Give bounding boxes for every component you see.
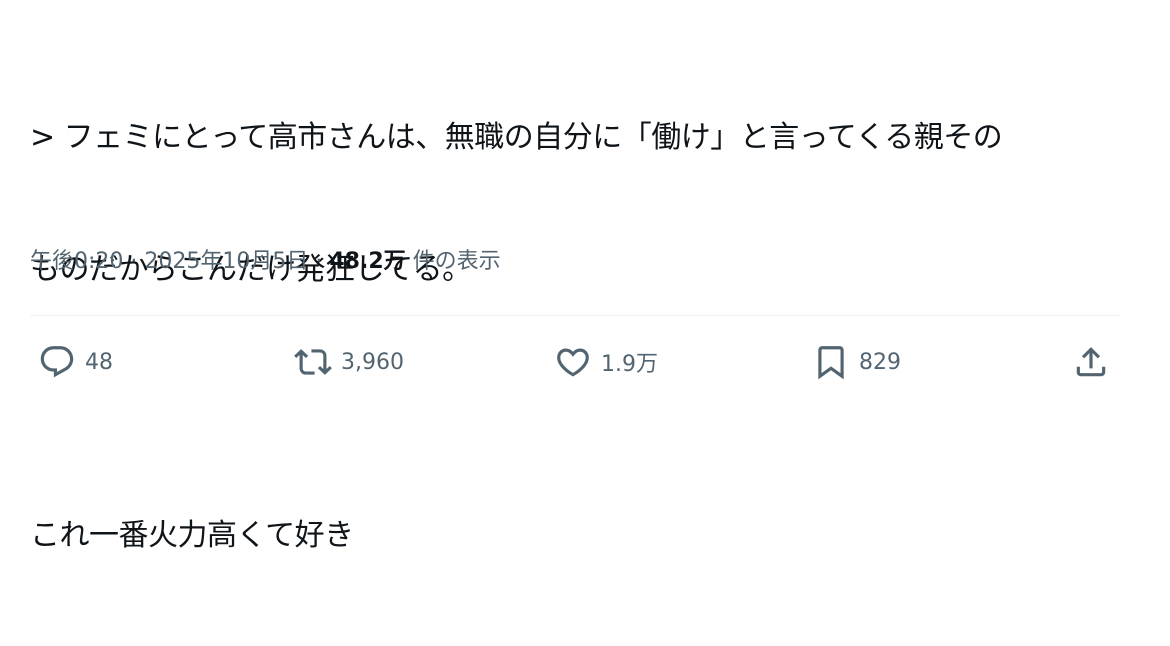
like-button[interactable]: 1.9万	[554, 338, 658, 386]
tweet-timestamp[interactable]: 午後0:20 · 2025年10月5日 ·	[30, 249, 329, 274]
share-icon	[1076, 347, 1106, 377]
bookmark-count: 829	[859, 349, 901, 375]
reply-count: 48	[85, 349, 113, 375]
bookmark-button[interactable]: 829	[812, 338, 901, 386]
action-bar: 48 3,960 1.9万 829	[30, 338, 1120, 386]
retweet-button[interactable]: 3,960	[294, 338, 404, 386]
share-button[interactable]	[1072, 338, 1110, 386]
retweet-icon	[294, 349, 332, 375]
reply-button[interactable]: 48	[38, 338, 113, 386]
tweet-text-line: これ一番火力高くて好き	[30, 518, 354, 553]
divider	[30, 315, 1120, 316]
tweet-detail: > フェミにとって高市さんは、無職の自分に「働け」と言ってくる親その ものだから…	[30, 0, 1120, 553]
views-count[interactable]: 48.2万	[329, 249, 405, 274]
like-count: 1.9万	[601, 352, 658, 377]
views-label: 件の表示	[405, 249, 501, 274]
tweet-text-line: > フェミにとって高市さんは、無職の自分に「働け」と言ってくる親その	[30, 120, 1003, 155]
retweet-count: 3,960	[341, 349, 404, 375]
tweet-text: > フェミにとって高市さんは、無職の自分に「働け」と言ってくる親その ものだから…	[30, 28, 1120, 646]
bookmark-icon	[818, 346, 844, 380]
tweet-meta: 午後0:20 · 2025年10月5日 · 48.2万 件の表示	[30, 244, 501, 280]
reply-icon	[40, 346, 74, 378]
heart-icon	[557, 348, 589, 377]
